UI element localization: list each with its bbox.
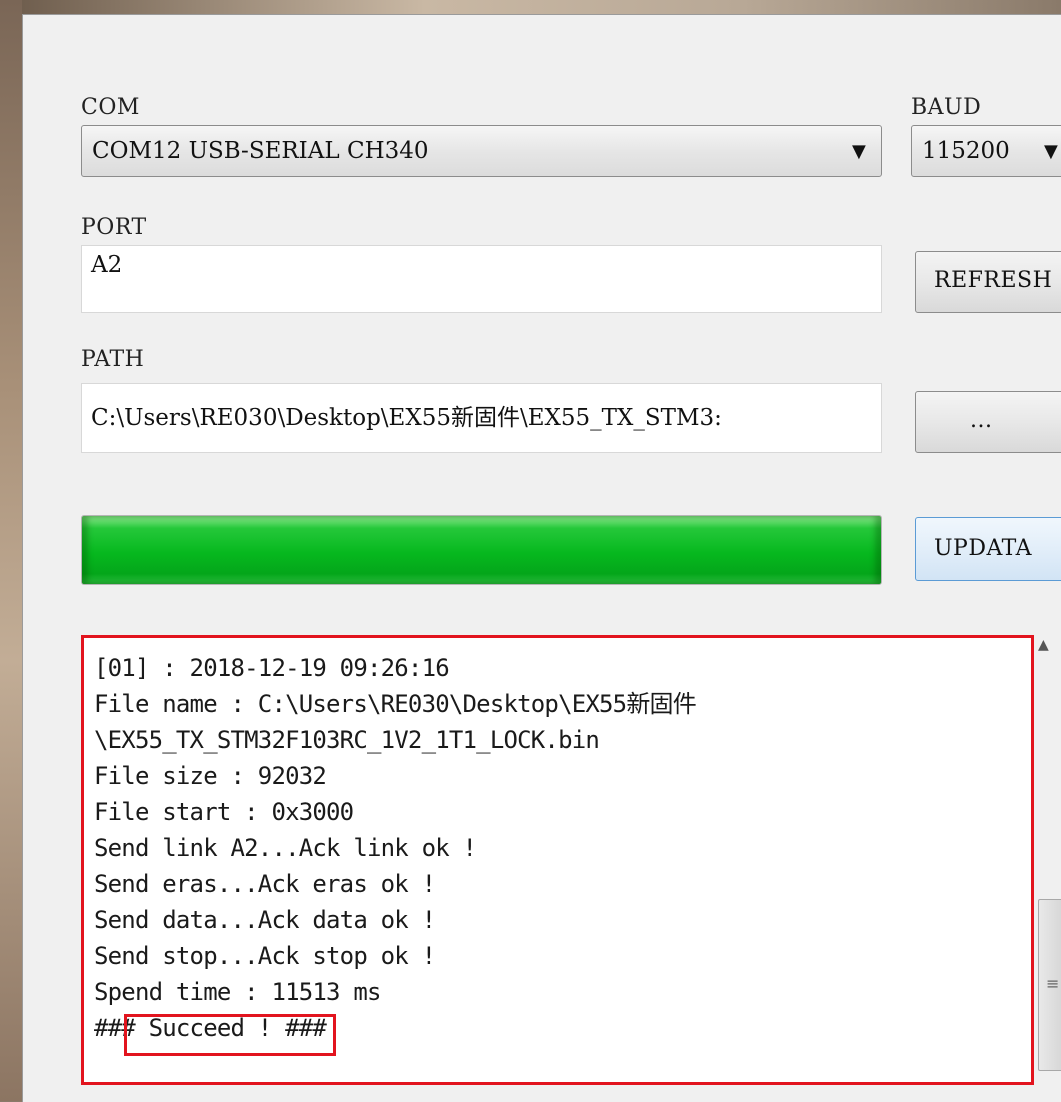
baud-select-value: 115200 — [922, 138, 1010, 164]
log-lines: [01] : 2018-12-19 09:26:16 File name : C… — [94, 650, 697, 1046]
upload-progress-fill — [82, 516, 881, 584]
log-line: Send eras...Ack eras ok ! — [94, 870, 436, 898]
chevron-down-icon[interactable]: ▼ — [1044, 141, 1058, 162]
log-line: Send stop...Ack stop ok ! — [94, 942, 436, 970]
update-button-label: UPDATA — [934, 536, 1033, 561]
port-input[interactable]: A2 — [81, 245, 882, 313]
path-label: PATH — [81, 347, 145, 372]
log-line: [01] : 2018-12-19 09:26:16 — [94, 654, 450, 682]
log-line: Spend time : 11513 ms — [94, 978, 381, 1006]
grip-icon: ≡ — [1046, 974, 1060, 993]
log-scrollbar[interactable]: ▲ ≡ — [1034, 635, 1061, 1085]
succeed-highlight-box — [124, 1014, 336, 1056]
baud-select[interactable]: 115200 ▼ — [911, 125, 1061, 177]
path-input[interactable]: C:\Users\RE030\Desktop\EX55新固件\EX55_TX_S… — [81, 383, 882, 453]
refresh-button-label: REFRESH — [934, 268, 1053, 293]
log-line: Send data...Ack data ok ! — [94, 906, 436, 934]
log-line: Send link A2...Ack link ok ! — [94, 834, 477, 862]
desktop-background-left — [0, 0, 22, 1101]
log-line: File size : 92032 — [94, 762, 327, 790]
com-label: COM — [81, 95, 140, 120]
com-select-value: COM12 USB-SERIAL CH340 — [92, 138, 429, 164]
update-button[interactable]: UPDATA — [915, 517, 1061, 581]
log-line: File start : 0x3000 — [94, 798, 354, 826]
browse-button[interactable]: ... — [915, 391, 1061, 453]
com-select[interactable]: COM12 USB-SERIAL CH340 ▼ — [81, 125, 882, 177]
baud-label: BAUD — [911, 95, 982, 120]
log-output[interactable]: [01] : 2018-12-19 09:26:16 File name : C… — [81, 635, 1034, 1085]
log-line: File name : C:\Users\RE030\Desktop\EX55新… — [94, 690, 697, 718]
log-line: \EX55_TX_STM32F103RC_1V2_1T1_LOCK.bin — [94, 726, 600, 754]
chevron-down-icon[interactable]: ▼ — [852, 141, 866, 162]
scroll-up-icon[interactable]: ▲ — [1038, 637, 1049, 653]
scrollbar-thumb[interactable]: ≡ — [1038, 899, 1061, 1071]
port-label: PORT — [81, 215, 147, 240]
port-input-value: A2 — [91, 252, 123, 278]
flash-tool-window: COM COM12 USB-SERIAL CH340 ▼ BAUD 115200… — [22, 14, 1061, 1102]
refresh-button[interactable]: REFRESH — [915, 251, 1061, 313]
path-input-value: C:\Users\RE030\Desktop\EX55新固件\EX55_TX_S… — [91, 405, 722, 431]
upload-progress-bar — [81, 515, 882, 585]
browse-button-label: ... — [970, 408, 993, 433]
